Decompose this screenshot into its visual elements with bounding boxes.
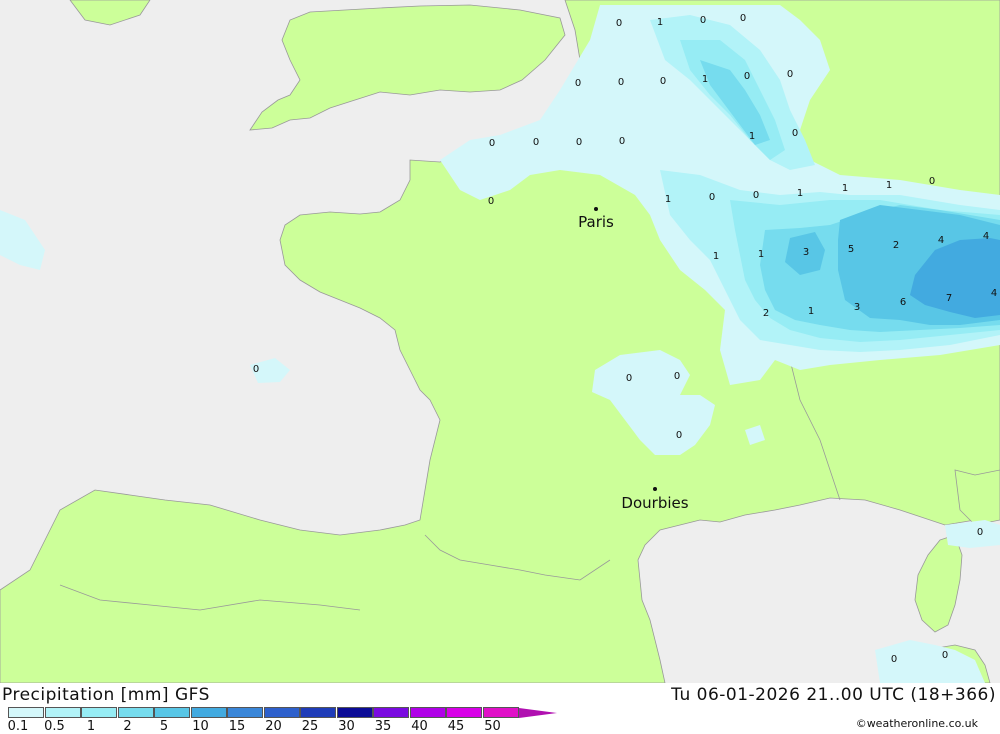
- city-label-dourbies: Dourbies: [621, 494, 688, 512]
- legend-tick-label: 5: [159, 719, 169, 734]
- legend-swatch: [446, 707, 482, 718]
- precipitation-map[interactable]: Paris Dourbies 0 1 0 0 0 0 0 1 0 0 0 1 0…: [0, 0, 1000, 684]
- precip-label: 0: [942, 650, 948, 661]
- credit-link[interactable]: ©weatheronline.co.uk: [856, 717, 978, 730]
- legend-swatch: [263, 707, 300, 718]
- precip-label: 1: [702, 74, 708, 85]
- legend-tick-label: 0.1: [7, 719, 29, 734]
- precip-label: 0: [489, 138, 495, 149]
- legend-swatch: [8, 707, 44, 718]
- precip-label: 0: [929, 176, 935, 187]
- precip-label: 1: [713, 251, 719, 262]
- legend-tick-label: 10: [192, 719, 209, 734]
- city-marker-dourbies: [653, 487, 657, 491]
- legend-swatch: [154, 707, 190, 718]
- legend-swatch: [482, 707, 519, 718]
- precip-label: 0: [676, 430, 682, 441]
- legend-swatch: [336, 707, 373, 718]
- precip-label: 0: [488, 196, 494, 207]
- city-label-paris: Paris: [578, 213, 614, 231]
- precip-label: 0: [618, 77, 624, 88]
- precip-label: 0: [674, 371, 680, 382]
- precip-label: 0: [744, 71, 750, 82]
- legend-tick-label: 30: [338, 719, 355, 734]
- precip-label: 5: [848, 244, 854, 255]
- precip-label: 0: [660, 76, 666, 87]
- precip-label: 0: [977, 527, 983, 538]
- precip-label: 1: [886, 180, 892, 191]
- footer: Precipitation [mm] GFS Tu 06-01-2026 21.…: [0, 683, 1000, 734]
- legend-tick-label: 50: [484, 719, 501, 734]
- legend-tick-label: 25: [301, 719, 319, 734]
- legend-swatch: [44, 707, 81, 718]
- precip-label: 2: [893, 240, 899, 251]
- precip-label: 1: [758, 249, 764, 260]
- precip-label: 0: [792, 128, 798, 139]
- precip-label: 0: [576, 137, 582, 148]
- precip-label: 1: [749, 131, 755, 142]
- precip-label: 1: [842, 183, 848, 194]
- precip-label: 3: [854, 302, 860, 313]
- legend-swatch: [190, 707, 227, 718]
- legend-tick-label: 35: [374, 719, 392, 734]
- precip-label: 7: [946, 293, 952, 304]
- legend-swatch: [373, 707, 409, 718]
- legend-tick-label: 2: [123, 719, 132, 734]
- precip-label: 0: [619, 136, 625, 147]
- precip-label: 0: [891, 654, 897, 665]
- legend-tick-label: 1: [86, 719, 96, 734]
- map-canvas: Paris Dourbies 0 1 0 0 0 0 0 1 0 0 0 1 0…: [0, 0, 1000, 684]
- precip-label: 0: [740, 13, 746, 24]
- precip-label: 1: [657, 17, 663, 28]
- precip-label: 0: [700, 15, 706, 26]
- color-legend: [8, 707, 557, 719]
- precip-label: 1: [808, 306, 814, 317]
- precip-label: 1: [665, 194, 671, 205]
- precip-label: 0: [253, 364, 259, 375]
- precip-label: 0: [709, 192, 715, 203]
- legend-swatch: [117, 707, 154, 718]
- precip-label: 4: [983, 231, 989, 242]
- legend-tick-label: 15: [228, 719, 246, 734]
- precip-label: 6: [900, 297, 906, 308]
- legend-tick-label: 40: [411, 719, 428, 734]
- precip-label: 1: [797, 188, 803, 199]
- legend-swatch: [409, 707, 446, 718]
- map-title: Precipitation [mm] GFS: [2, 685, 210, 705]
- legend-arrow: [519, 708, 557, 718]
- legend-labels: 0.1 0.5 1 2 5 10 15 20 25 30 35 40 45 50: [0, 719, 540, 734]
- precip-label: 4: [938, 235, 944, 246]
- legend-tick-label: 20: [265, 719, 282, 734]
- legend-swatch: [81, 707, 117, 718]
- legend-tick-label: 45: [447, 719, 465, 734]
- precip-label: 0: [753, 190, 759, 201]
- precip-label: 0: [616, 18, 622, 29]
- legend-tick-label: 0.5: [44, 719, 65, 734]
- precip-label: 0: [575, 78, 581, 89]
- precip-label: 4: [991, 288, 997, 299]
- forecast-datetime: Tu 06-01-2026 21..00 UTC (18+366): [671, 685, 996, 705]
- precip-label: 0: [787, 69, 793, 80]
- precip-label: 0: [626, 373, 632, 384]
- legend-swatch: [300, 707, 336, 718]
- precip-label: 2: [763, 308, 769, 319]
- legend-swatch: [227, 707, 263, 718]
- precip-label: 3: [803, 247, 809, 258]
- precip-label: 0: [533, 137, 539, 148]
- city-marker-paris: [594, 207, 598, 211]
